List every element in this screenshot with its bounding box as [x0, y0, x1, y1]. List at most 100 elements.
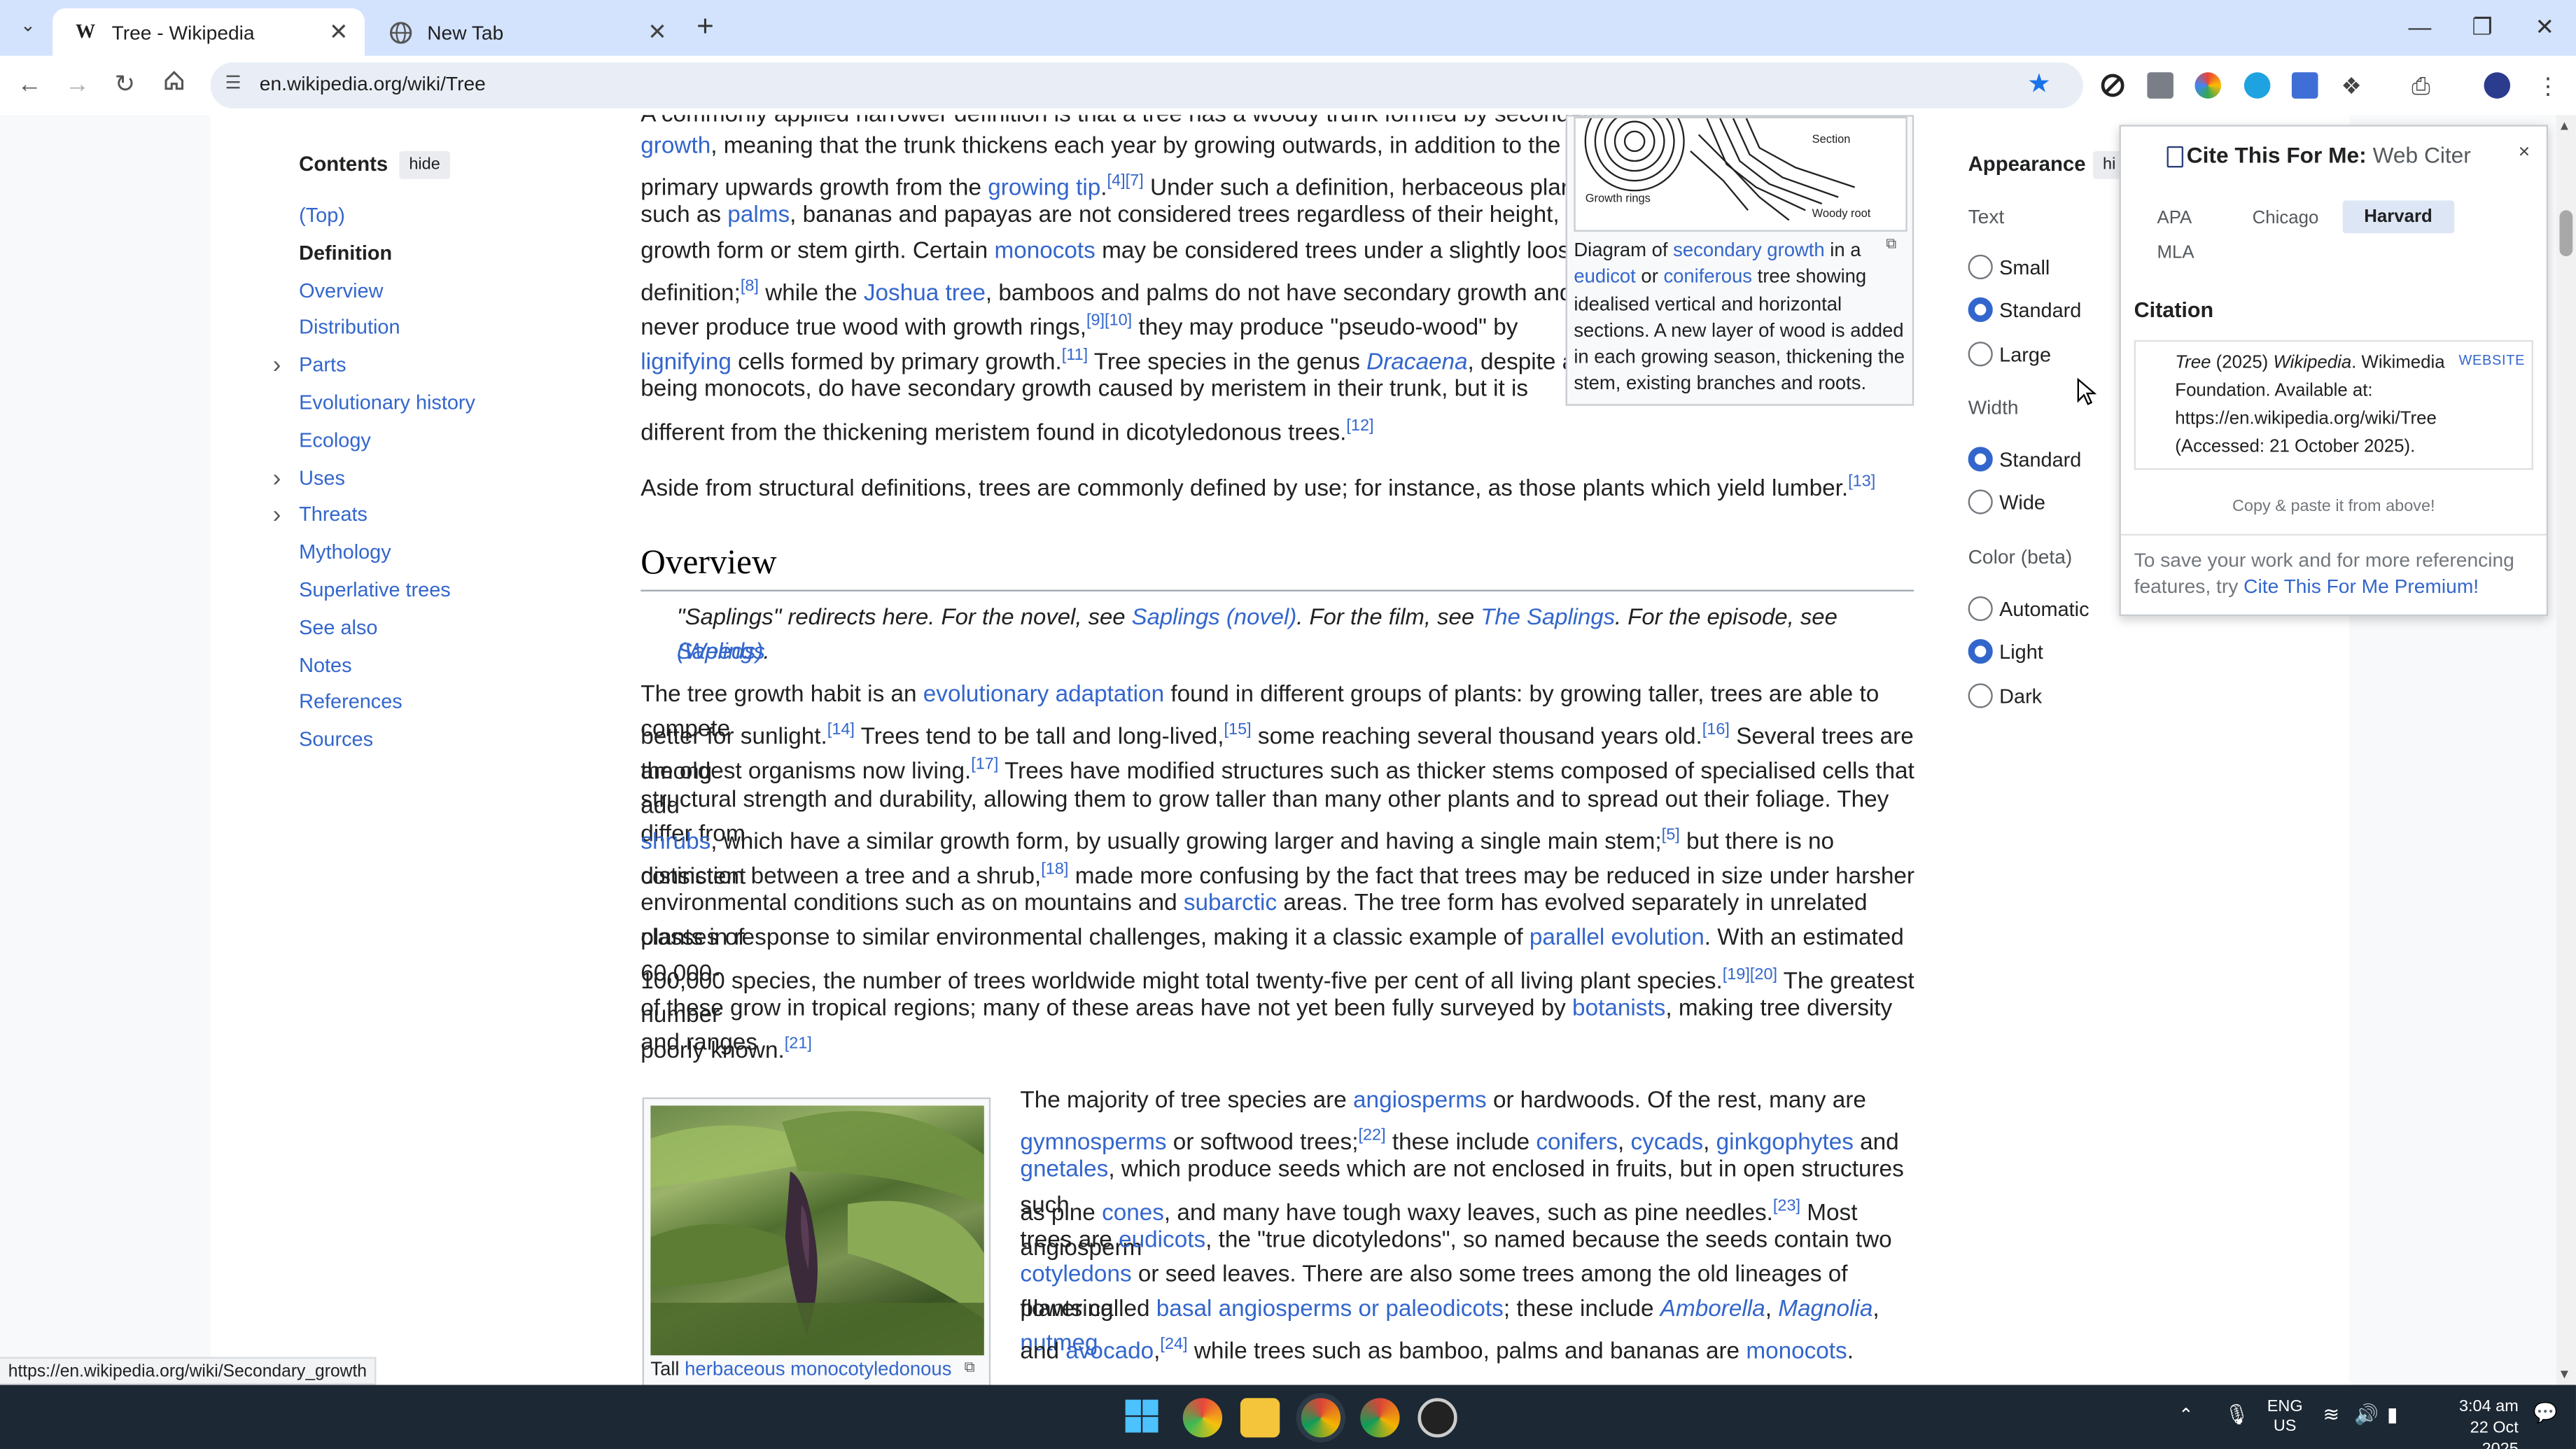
citation-superscript[interactable]: [12]	[1346, 416, 1373, 435]
citation-superscript[interactable]: [17]	[971, 756, 998, 774]
scroll-down-arrow[interactable]: ▼	[2558, 1367, 2571, 1382]
extensions-puzzle-icon[interactable]: ❖	[2341, 72, 2367, 99]
radio-label[interactable]: Automatic	[1999, 598, 2089, 621]
tab-search-button[interactable]: ⌄	[13, 15, 43, 41]
radio-label[interactable]: Wide	[1999, 491, 2045, 514]
radio-button[interactable]	[1968, 682, 1993, 708]
citation-superscript[interactable]: [21]	[785, 1035, 812, 1053]
article-link[interactable]: cycads	[1631, 1130, 1704, 1156]
tray-overflow-icon[interactable]: ⌃	[2178, 1405, 2194, 1426]
radio-label[interactable]: Small	[1999, 256, 2050, 279]
close-tab-icon[interactable]: ✕	[648, 18, 667, 46]
article-link[interactable]: monocots	[1746, 1339, 1847, 1366]
premium-link[interactable]: Cite This For Me Premium!	[2244, 575, 2479, 598]
citation-superscript[interactable]: [9][10]	[1086, 312, 1132, 330]
article-link[interactable]: evolutionary adaptation	[923, 682, 1164, 708]
citation-superscript[interactable]: [15]	[1224, 722, 1252, 740]
article-link[interactable]: The Saplings	[1480, 603, 1615, 629]
article-link[interactable]: lignifying	[640, 350, 732, 377]
radio-button[interactable]	[1968, 254, 1993, 279]
article-link[interactable]: eudicot	[1574, 267, 1635, 288]
start-button[interactable]	[1124, 1398, 1163, 1437]
battery-icon[interactable]: ▮	[2387, 1403, 2398, 1426]
chevron-right-icon[interactable]: ›	[273, 503, 281, 528]
toc-item[interactable]: Notes	[299, 653, 351, 676]
extension-blue-icon[interactable]	[2244, 72, 2271, 99]
menu-kebab-icon[interactable]: ⋮	[2537, 72, 2563, 99]
clock[interactable]: 3:04 am 22 Oct 2025	[2431, 1396, 2519, 1449]
enlarge-icon[interactable]: ⧉	[965, 1359, 975, 1377]
media-player-icon[interactable]	[1418, 1398, 1457, 1438]
article-link[interactable]: Magnolia	[1778, 1296, 1872, 1323]
restore-button[interactable]: ❐	[2466, 13, 2499, 41]
radio-label[interactable]: Light	[1999, 641, 2043, 664]
site-info-icon[interactable]: ☰	[225, 72, 241, 94]
print-icon[interactable]: ⎙	[2412, 72, 2438, 99]
reload-button[interactable]: ↻	[108, 69, 141, 102]
page-scrollbar[interactable]	[2556, 115, 2576, 1385]
article-link[interactable]: Joshua tree	[864, 280, 986, 307]
article-link[interactable]: coniferous	[1663, 267, 1752, 288]
citation-superscript[interactable]: [14]	[827, 722, 855, 740]
article-link[interactable]: subarctic	[1184, 890, 1277, 917]
minimize-button[interactable]: —	[2404, 13, 2437, 40]
citation-superscript[interactable]: [16]	[1702, 722, 1730, 740]
file-explorer-icon[interactable]	[1240, 1398, 1280, 1438]
chevron-right-icon[interactable]: ›	[273, 354, 281, 378]
article-link[interactable]: cotyledons	[1020, 1261, 1131, 1288]
article-link[interactable]: monocots	[994, 237, 1095, 264]
citation-superscript[interactable]: [4][7]	[1107, 173, 1144, 191]
scroll-up-arrow[interactable]: ▲	[2558, 118, 2571, 133]
cite-close-button[interactable]: ×	[2519, 139, 2530, 162]
scrollbar-thumb[interactable]	[2559, 210, 2573, 257]
cite-style-apa[interactable]: APA	[2157, 209, 2192, 228]
citation-superscript[interactable]: [5]	[1662, 826, 1680, 844]
home-button[interactable]	[158, 69, 190, 102]
article-link[interactable]: herbaceous monocotyledonous	[685, 1359, 951, 1380]
article-link[interactable]: growth	[640, 133, 710, 160]
radio-button[interactable]	[1968, 447, 1993, 472]
article-link[interactable]: ginkgophytes	[1716, 1130, 1854, 1156]
article-link[interactable]: eudicots	[1119, 1227, 1205, 1254]
volume-icon[interactable]: 🔊	[2354, 1403, 2379, 1426]
tab-new-tab[interactable]: New Tab ✕	[368, 8, 684, 56]
cite-style-chicago[interactable]: Chicago	[2253, 209, 2319, 228]
article-link[interactable]: parallel evolution	[1530, 925, 1704, 952]
radio-button[interactable]	[1968, 341, 1993, 366]
article-link[interactable]: palms	[727, 203, 790, 230]
language-indicator[interactable]: ENG US	[2267, 1398, 2303, 1437]
radio-button[interactable]	[1968, 639, 1993, 664]
radio-label[interactable]: Large	[1999, 343, 2051, 366]
cite-style-harvard[interactable]: Harvard	[2342, 200, 2454, 234]
radio-button[interactable]	[1968, 596, 1993, 622]
toc-item[interactable]: Distribution	[299, 316, 400, 340]
citation-superscript[interactable]: [24]	[1160, 1336, 1187, 1354]
article-link[interactable]: Amborella	[1660, 1296, 1765, 1323]
radio-label[interactable]: Dark	[1999, 685, 2042, 708]
banana-plant-photo[interactable]	[650, 1105, 984, 1356]
bookmark-star-icon[interactable]: ★	[2027, 67, 2051, 100]
citation-superscript[interactable]: [22]	[1358, 1127, 1385, 1145]
article-link[interactable]: Saplings (novel)	[1132, 603, 1297, 629]
toc-item[interactable]: Definition	[299, 241, 392, 265]
tab-wikipedia[interactable]: W Tree - Wikipedia ✕	[52, 8, 365, 56]
toc-item[interactable]: See also	[299, 616, 377, 639]
toc-item[interactable]: (Top)	[299, 204, 345, 227]
extension-color-icon[interactable]	[2194, 72, 2222, 99]
article-link[interactable]: avocado	[1065, 1339, 1154, 1366]
profile-avatar[interactable]	[2484, 72, 2511, 99]
toc-item[interactable]: Uses	[299, 466, 345, 489]
citation-box[interactable]: Tree (2025) Wikipedia. Wikimedia Foundat…	[2134, 340, 2533, 470]
article-link[interactable]: botanists	[1572, 995, 1665, 1021]
extension-book-icon[interactable]	[2291, 72, 2318, 99]
cite-style-mla[interactable]: MLA	[2157, 243, 2194, 262]
article-link[interactable]: cones	[1102, 1200, 1164, 1226]
taskbar-chrome-icon[interactable]	[1301, 1398, 1341, 1438]
article-link[interactable]: gymnosperms	[1020, 1130, 1166, 1156]
toc-hide-button[interactable]: hide	[399, 150, 450, 179]
radio-button[interactable]	[1968, 298, 1993, 323]
toc-item[interactable]: Overview	[299, 279, 383, 302]
taskbar-chrome-canary-icon[interactable]	[1182, 1398, 1223, 1438]
back-button[interactable]: ←	[13, 69, 46, 102]
toc-item[interactable]: Sources	[299, 728, 373, 751]
